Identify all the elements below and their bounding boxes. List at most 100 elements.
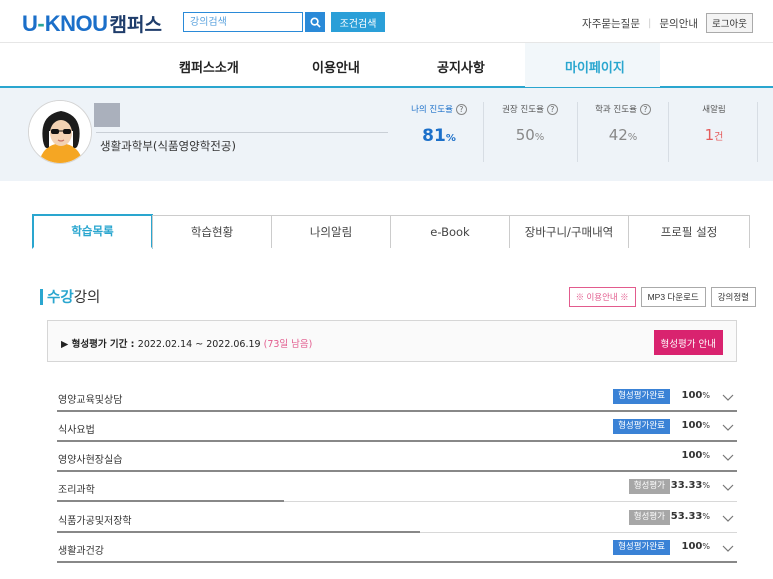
- course-progress-unit: %: [702, 391, 710, 400]
- department-progress-label: 학과 진도율?: [580, 102, 666, 116]
- faq-link[interactable]: 자주묻는질문: [582, 16, 640, 31]
- inquiry-link[interactable]: 문의안내: [659, 16, 698, 31]
- tab-my-alerts[interactable]: 나의알림: [271, 215, 391, 248]
- util-divider: |: [648, 17, 652, 29]
- user-department: 생활과학부(식품영양학전공): [100, 139, 236, 153]
- course-progress-number: 53.33: [670, 511, 703, 522]
- usage-guide-button[interactable]: ※ 이용안내 ※: [568, 287, 636, 307]
- course-progress-percent: 100%: [682, 541, 710, 552]
- course-name[interactable]: 식품가공및저장학: [58, 512, 132, 527]
- nav-item-notices[interactable]: 공지사항: [437, 57, 485, 76]
- logo-u: U: [22, 11, 38, 36]
- department-progress-stat: 학과 진도율? 42%: [580, 102, 666, 162]
- stat-divider: [483, 102, 484, 162]
- course-progress-bar: [57, 561, 737, 563]
- course-progress-number: 100: [681, 450, 703, 461]
- mp3-download-button[interactable]: MP3 다운로드: [640, 287, 706, 307]
- new-alerts-stat[interactable]: 새알림 1건: [671, 102, 757, 162]
- title-accent-bar: [40, 288, 43, 305]
- expand-chevron-icon[interactable]: [721, 450, 735, 464]
- expand-chevron-icon[interactable]: [721, 541, 735, 555]
- tab-cart-purchases[interactable]: 장바구니/구매내역: [509, 215, 629, 248]
- stat-divider: [577, 102, 578, 162]
- my-progress-label-text: 나의 진도율: [411, 105, 453, 115]
- course-progress-number: 100: [681, 390, 703, 401]
- course-name[interactable]: 조리과학: [58, 481, 95, 496]
- recommended-progress-number: 50: [515, 126, 535, 144]
- section-title: 수강 강의: [40, 286, 100, 307]
- logo-campus: 캠퍼스: [109, 14, 162, 36]
- profile-divider: [96, 132, 388, 133]
- expand-chevron-icon[interactable]: [721, 511, 735, 525]
- recommended-progress-unit: %: [534, 132, 545, 143]
- top-bar: U-KNOU캠퍼스 조건검색 자주묻는질문 | 문의안내 로그아웃: [0, 0, 773, 42]
- section-buttons: ※ 이용안내 ※ MP3 다운로드 강의정렬: [568, 287, 756, 307]
- tab-ebook[interactable]: e-Book: [390, 215, 510, 248]
- search-icon: [309, 16, 321, 28]
- my-progress-value: 81%: [398, 126, 480, 146]
- help-icon[interactable]: ?: [546, 103, 558, 115]
- formative-eval-guide-button[interactable]: 형성평가 안내: [653, 330, 723, 355]
- utility-links: 자주묻는질문 | 문의안내 로그아웃: [582, 13, 753, 33]
- course-row[interactable]: 조리과학 형성평가 33.33%: [57, 472, 737, 502]
- avatar: [28, 100, 92, 164]
- course-progress-number: 33.33: [670, 480, 703, 491]
- course-progress-unit: %: [702, 512, 710, 521]
- course-name[interactable]: 식사요법: [58, 421, 95, 436]
- eval-status-badge: 형성평가: [628, 510, 670, 525]
- nav-item-campus-intro[interactable]: 캠퍼스소개: [179, 57, 239, 76]
- course-row[interactable]: 생활과건강 형성평가완료 100%: [57, 533, 737, 563]
- lecture-sort-button[interactable]: 강의정렬: [710, 287, 756, 307]
- logo-dash: -: [37, 11, 45, 36]
- nav-item-usage-guide[interactable]: 이용안내: [312, 57, 360, 76]
- my-progress-unit: %: [445, 133, 456, 144]
- new-alerts-number: 1: [704, 126, 715, 144]
- course-progress-percent: 100%: [682, 420, 710, 431]
- course-row[interactable]: 식사요법 형성평가완료 100%: [57, 412, 737, 442]
- course-progress-unit: %: [702, 481, 710, 490]
- nav-item-mypage[interactable]: 마이페이지: [565, 57, 625, 76]
- tab-study-list[interactable]: 학습목록: [32, 214, 153, 249]
- eval-status-badge: 형성평가완료: [613, 389, 670, 404]
- course-name[interactable]: 영양사현장실습: [58, 451, 122, 466]
- expand-chevron-icon[interactable]: [721, 420, 735, 434]
- tab-profile-settings[interactable]: 프로필 설정: [628, 215, 750, 248]
- course-progress-number: 100: [681, 420, 703, 431]
- department-progress-label-text: 학과 진도율: [595, 105, 637, 115]
- expand-chevron-icon[interactable]: [721, 480, 735, 494]
- eval-status-badge: 형성평가완료: [613, 419, 670, 434]
- eval-status-badge: 형성평가: [628, 479, 670, 494]
- course-progress-percent: 53.33%: [671, 511, 710, 522]
- tab-study-status[interactable]: 학습현황: [152, 215, 272, 248]
- help-icon[interactable]: ?: [455, 103, 467, 115]
- course-progress-unit: %: [702, 421, 710, 430]
- formative-eval-period: ▶ 형성평가 기간 : 2022.02.14 ~ 2022.06.19 (73일…: [61, 336, 312, 350]
- course-progress-unit: %: [702, 451, 710, 460]
- help-icon[interactable]: ?: [639, 103, 651, 115]
- course-progress-percent: 100%: [682, 450, 710, 461]
- stat-divider: [668, 102, 669, 162]
- section-title-highlight: 수강: [47, 290, 74, 306]
- course-name[interactable]: 생활과건강: [58, 542, 104, 557]
- site-logo[interactable]: U - KNOU 캠퍼스: [22, 10, 162, 36]
- course-row[interactable]: 식품가공및저장학 형성평가 53.33%: [57, 503, 737, 533]
- course-row[interactable]: 영양교육및상담 형성평가완료 100%: [57, 382, 737, 412]
- recommended-progress-label-text: 권장 진도율: [502, 105, 544, 115]
- eval-label: 형성평가 기간 :: [71, 339, 138, 350]
- search-button[interactable]: [305, 12, 325, 32]
- course-name[interactable]: 영양교육및상담: [58, 391, 122, 406]
- recommended-progress-label: 권장 진도율?: [486, 102, 574, 116]
- recommended-progress-value: 50%: [486, 126, 574, 144]
- eval-arrow-icon: ▶: [61, 339, 69, 350]
- new-alerts-value: 1건: [671, 126, 757, 144]
- course-progress-unit: %: [702, 542, 710, 551]
- lecture-search-input[interactable]: [183, 12, 303, 32]
- main-nav: 캠퍼스소개 이용안내 공지사항 마이페이지: [0, 42, 773, 88]
- department-progress-number: 42: [608, 126, 628, 144]
- condition-search-button[interactable]: 조건검색: [331, 12, 385, 32]
- course-row[interactable]: 영양사현장실습 100%: [57, 442, 737, 472]
- expand-chevron-icon[interactable]: [721, 390, 735, 404]
- logout-button[interactable]: 로그아웃: [706, 13, 753, 33]
- recommended-progress-stat: 권장 진도율? 50%: [486, 102, 574, 162]
- stat-divider: [757, 102, 758, 162]
